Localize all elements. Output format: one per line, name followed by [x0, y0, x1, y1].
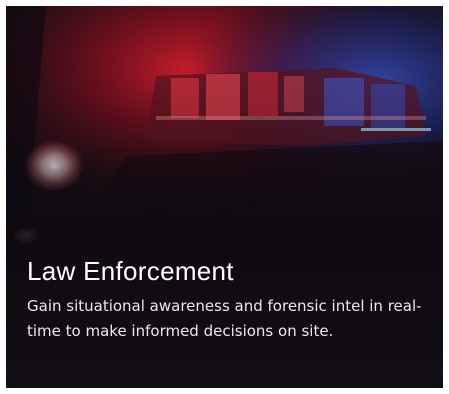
card-title: Law Enforcement [27, 256, 234, 286]
law-enforcement-card[interactable]: Law Enforcement Gain situational awarene… [6, 6, 443, 388]
card-description: Gain situational awareness and forensic … [27, 297, 422, 340]
